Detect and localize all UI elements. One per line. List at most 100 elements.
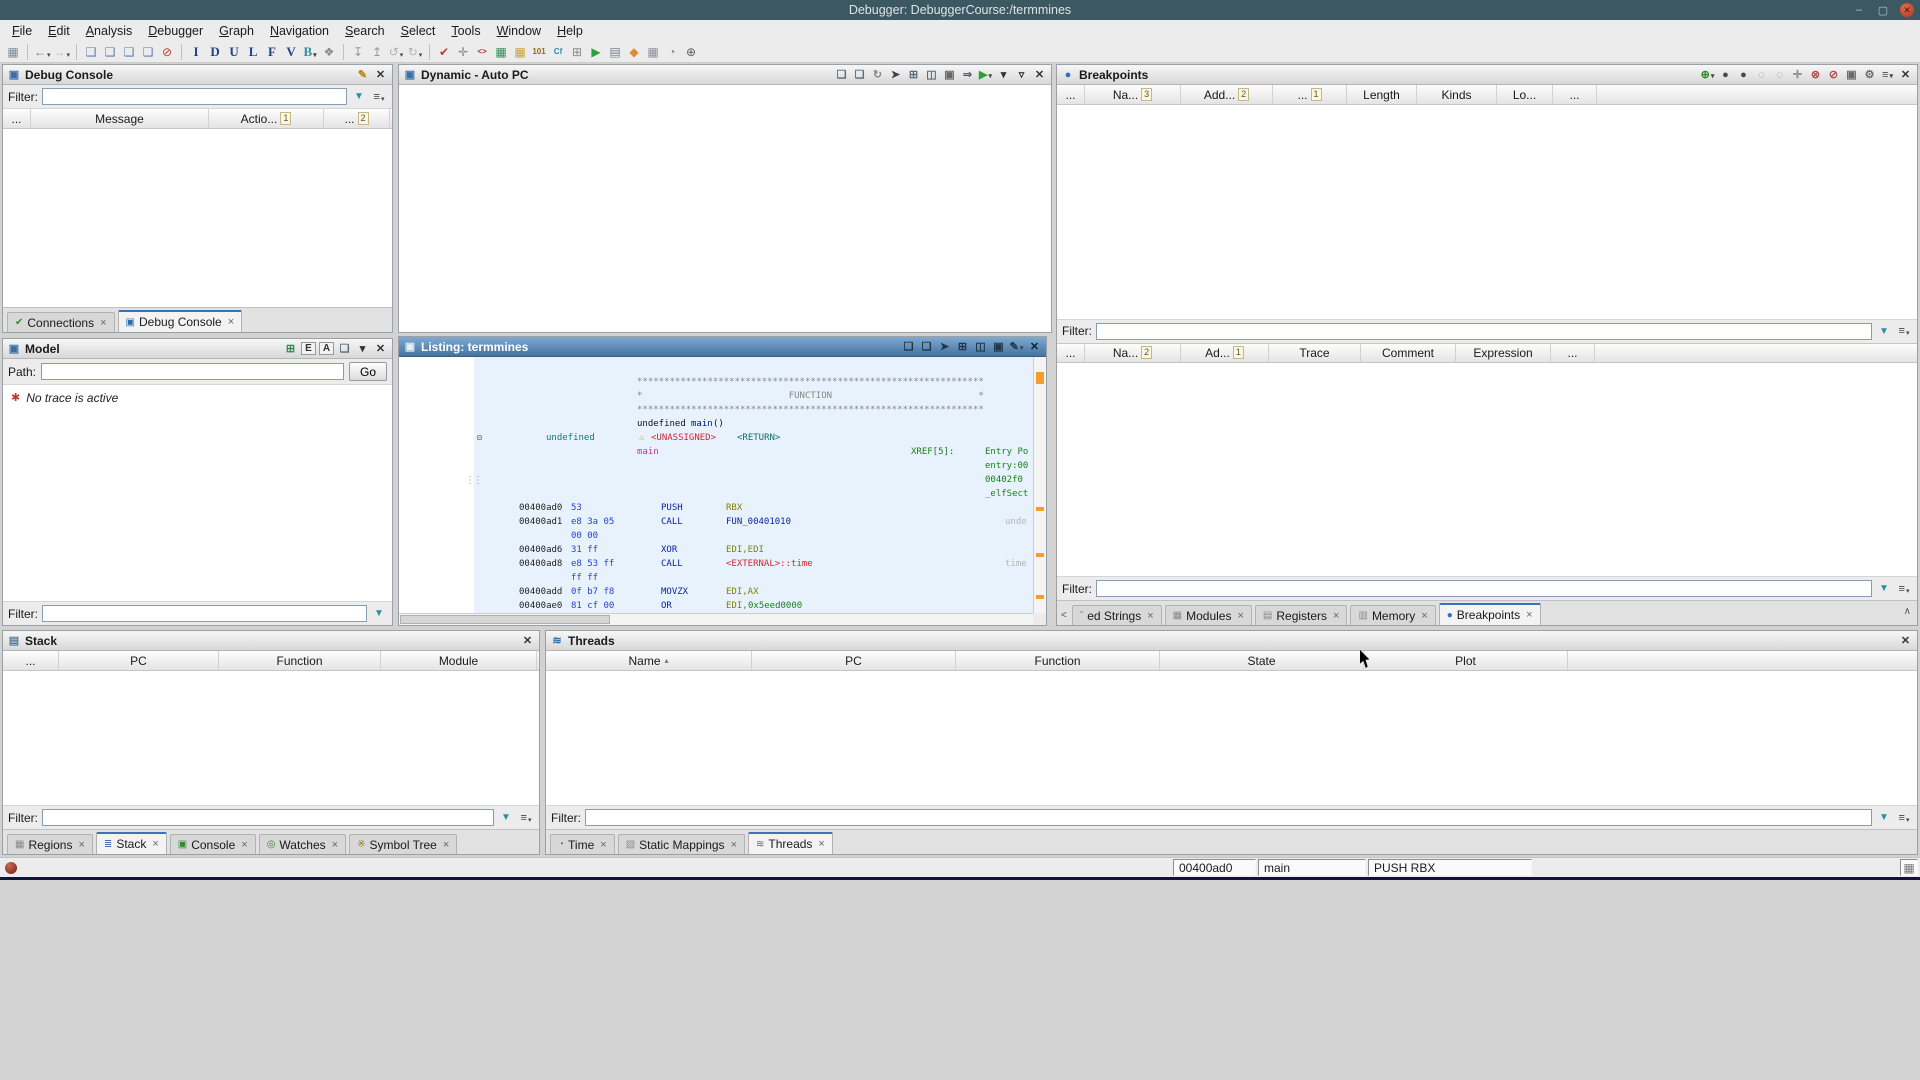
menu-analysis[interactable]: Analysis <box>78 22 141 40</box>
cf-icon[interactable]: Cf <box>549 43 567 61</box>
model-body[interactable]: ✱ No trace is active <box>3 385 392 601</box>
validate-icon[interactable]: ✔ <box>435 43 453 61</box>
filter-options-icon[interactable]: ▼ <box>351 89 367 105</box>
close-icon[interactable]: ✕ <box>1898 633 1913 648</box>
breakpoints-body[interactable] <box>1057 105 1917 319</box>
listing-horizontal-scrollbar[interactable] <box>399 613 1033 625</box>
column-header[interactable]: Ad... 1 <box>1181 343 1269 362</box>
table-icon[interactable]: ⊞ <box>906 67 921 82</box>
model-titlebar[interactable]: ▣ Model ⊞ E A ❑ ▾ ✕ <box>3 339 392 359</box>
undo-icon[interactable]: ↺ ▾ <box>387 43 405 61</box>
step-out-icon[interactable]: ↥ <box>368 43 386 61</box>
filter-options-icon[interactable]: ▼ <box>498 810 514 826</box>
disable-breakpoint-icon[interactable]: ◌ <box>1754 67 1769 82</box>
tab-time[interactable]: ◔ Time × <box>550 834 615 854</box>
snapshot-icon[interactable]: ▣ <box>991 339 1006 354</box>
column-header[interactable]: ... <box>1057 85 1085 104</box>
maximize-icon[interactable]: ▢ <box>1876 4 1890 17</box>
clone-icon[interactable]: ❑ <box>919 339 934 354</box>
menu-caret-icon[interactable]: ▾ <box>996 67 1011 82</box>
graph-icon[interactable]: ❖ <box>320 43 338 61</box>
menu-graph[interactable]: Graph <box>211 22 262 40</box>
disable-all-breakpoints-icon[interactable]: ◌ <box>1772 67 1787 82</box>
diamond-icon[interactable]: ◆ <box>625 43 643 61</box>
tab-console[interactable]: ▣ Console × <box>169 834 256 854</box>
redo-icon[interactable]: ↻ ▾ <box>406 43 424 61</box>
filter-options-icon[interactable]: ▼ <box>371 606 387 622</box>
column-header[interactable]: Length <box>1347 85 1417 104</box>
show-elements-icon[interactable]: E <box>301 342 316 355</box>
letter-d-icon[interactable]: D <box>206 43 224 61</box>
tab-close-icon[interactable]: × <box>100 317 106 329</box>
tab-close-icon[interactable]: × <box>1237 610 1243 622</box>
column-header[interactable]: PC <box>59 651 219 670</box>
column-header[interactable]: Kinds <box>1417 85 1497 104</box>
clock-icon[interactable]: ◔ <box>663 43 681 61</box>
snapshot-icon[interactable]: ▣ <box>1844 67 1859 82</box>
column-header[interactable]: Expression <box>1456 343 1551 362</box>
data-table-icon[interactable]: ▦ <box>492 43 510 61</box>
tab-close-icon[interactable]: × <box>818 838 824 850</box>
filter-settings-icon[interactable]: ≡ ▾ <box>1896 323 1912 339</box>
tab-threads[interactable]: ≋ Threads × <box>748 832 833 854</box>
compare-icon[interactable]: ◫ <box>924 67 939 82</box>
tab-close-icon[interactable]: × <box>731 839 737 851</box>
tab-connections[interactable]: ✔ Connections × <box>7 312 115 332</box>
back-icon[interactable]: ← ▾ <box>33 43 52 61</box>
window-titlebar[interactable]: Debugger: DebuggerCourse:/termmines – ▢ … <box>0 0 1920 20</box>
tab-close-icon[interactable]: × <box>443 839 449 851</box>
column-header[interactable]: Add... 2 <box>1181 85 1273 104</box>
tab-modules[interactable]: ▦ Modules × <box>1164 605 1252 625</box>
column-header[interactable]: Name ▴ <box>546 651 752 670</box>
bookmark-icon[interactable]: ❑ <box>120 43 138 61</box>
clear-code-icon[interactable]: ❑ <box>82 43 100 61</box>
listing-body[interactable]: ****************************************… <box>399 357 1046 625</box>
add-icon[interactable]: ⊕ <box>682 43 700 61</box>
listing-titlebar[interactable]: ▣ Listing: termmines ❑ ❑ ➤ ⊞ ◫ ▣ ✎ ▾ ✕ <box>399 337 1046 357</box>
letter-b-icon[interactable]: B ▾ <box>301 43 319 61</box>
table-icon[interactable]: ⊞ <box>955 339 970 354</box>
track-pc-icon[interactable]: ▶ ▾ <box>978 67 993 82</box>
column-header[interactable]: ... <box>1551 343 1595 362</box>
refresh-icon[interactable]: ↻ <box>870 67 885 82</box>
column-header[interactable]: ... 2 <box>324 109 390 128</box>
breakpoints-filter-input[interactable] <box>1096 322 1872 340</box>
breakpoint-locations-body[interactable] <box>1057 362 1917 576</box>
close-icon[interactable]: ✕ <box>1027 339 1042 354</box>
menu-edit[interactable]: Edit <box>40 22 78 40</box>
tab-scroll-left-icon[interactable]: < <box>1061 610 1069 625</box>
letter-l-icon[interactable]: L <box>244 43 262 61</box>
collapse-icon[interactable]: ▿ <box>1014 67 1029 82</box>
close-icon[interactable]: ✕ <box>373 67 388 82</box>
menu-window[interactable]: Window <box>489 22 549 40</box>
stack-filter-input[interactable] <box>42 809 494 826</box>
tab-close-icon[interactable]: × <box>241 839 247 851</box>
column-header[interactable]: Plot <box>1364 651 1568 670</box>
copy-code-icon[interactable]: ❑ <box>101 43 119 61</box>
tab-close-icon[interactable]: × <box>78 839 84 851</box>
gold-table-icon[interactable]: ▦ <box>511 43 529 61</box>
close-icon[interactable]: ✕ <box>520 633 535 648</box>
memory-map-icon[interactable]: ▤ <box>606 43 624 61</box>
column-header[interactable]: Na... 2 <box>1085 343 1181 362</box>
column-header[interactable]: State <box>1160 651 1364 670</box>
menu-navigation[interactable]: Navigation <box>262 22 337 40</box>
menu-caret-icon[interactable]: ▾ <box>355 341 370 356</box>
threads-filter-input[interactable] <box>585 809 1872 826</box>
filter-options-icon[interactable]: ▼ <box>1876 810 1892 826</box>
tab-close-icon[interactable]: × <box>1333 610 1339 622</box>
bytes-101-icon[interactable]: 101 <box>530 43 548 61</box>
threads-body[interactable] <box>546 671 1917 805</box>
filter-options-icon[interactable]: ▼ <box>1876 581 1892 597</box>
dynamic-titlebar[interactable]: ▣ Dynamic - Auto PC ❑ ❑ ↻ ➤ ⊞ ◫ ▣ ⇒ ▶ ▾ ▾ ▿ ✕ <box>399 65 1051 85</box>
close-icon[interactable]: ✕ <box>1900 3 1914 17</box>
tab-symbol-tree[interactable]: ※ Symbol Tree × <box>349 834 458 854</box>
tab-close-icon[interactable]: × <box>1421 610 1427 622</box>
column-header[interactable]: Function <box>219 651 381 670</box>
column-header[interactable]: PC <box>752 651 956 670</box>
tab-close-icon[interactable]: × <box>1526 609 1532 621</box>
configure-icon[interactable]: ⚙ <box>1862 67 1877 82</box>
tab-close-icon[interactable]: × <box>152 838 158 850</box>
tab-scroll-up-icon[interactable]: ∧ <box>1904 606 1913 621</box>
tree-view-icon[interactable]: ⊞ <box>283 341 298 356</box>
